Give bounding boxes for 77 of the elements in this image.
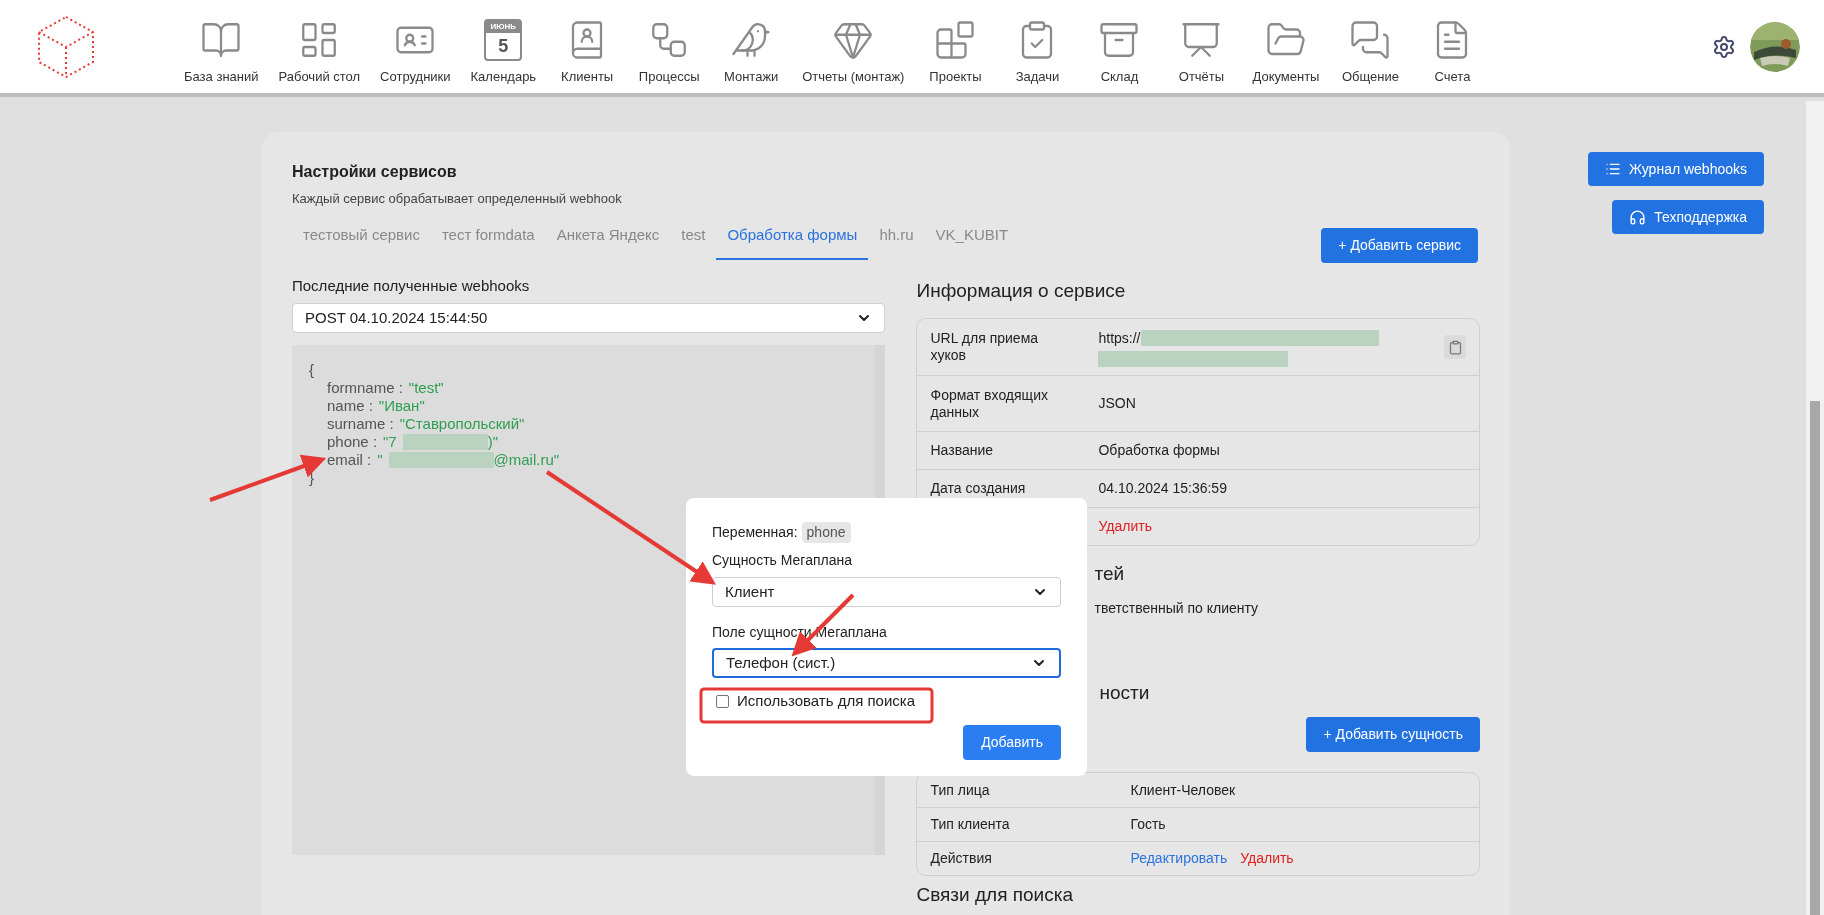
calendar-icon: ИЮНЬ 5 — [484, 19, 523, 61]
row-label: Название — [930, 442, 994, 458]
payload-key: formname : — [327, 379, 403, 397]
payload-key: phone : — [327, 433, 378, 451]
add-button[interactable]: Добавить — [963, 724, 1061, 760]
payload-value: )" — [487, 433, 499, 451]
nav-item[interactable]: Сотрудники — [370, 6, 461, 87]
row-label: Действия — [930, 849, 993, 868]
entity-label: Сущность Мегаплана — [712, 551, 852, 570]
nav-item[interactable]: Отчёты — [1160, 6, 1243, 87]
row-label: Тип лица — [930, 780, 991, 800]
nav-item[interactable]: Общение — [1329, 6, 1412, 87]
row-value: Клиент-Человек — [1130, 780, 1236, 800]
nav-icon — [934, 19, 977, 61]
delete-link[interactable]: Удалить — [1240, 848, 1294, 869]
section-title: тей — [1094, 562, 1125, 586]
delete-link[interactable]: Удалить — [1098, 516, 1152, 537]
nav-item[interactable]: Задачи — [996, 6, 1079, 87]
support-button[interactable]: Техподдержка — [1612, 200, 1764, 234]
field-select[interactable]: Телефон (сист.) — [712, 648, 1061, 678]
page-subtitle: Каждый сервис обрабатывает определенный webhook — [292, 190, 623, 208]
nav-item[interactable]: Отчеты (монтаж) — [792, 6, 915, 87]
variable-tag: phone — [801, 522, 851, 543]
scrollbar-thumb[interactable] — [1810, 401, 1820, 915]
nav-item[interactable]: Склад — [1078, 6, 1161, 87]
settings-icon[interactable] — [1712, 34, 1736, 59]
nav-item[interactable]: Проекты — [914, 6, 997, 87]
payload-value: "test" — [408, 379, 444, 397]
field-mapping-text: тветственный по клиенту — [1094, 598, 1259, 618]
row-value: Гость — [1130, 815, 1166, 834]
checkbox[interactable] — [716, 694, 729, 708]
nav-icon — [1349, 19, 1392, 61]
row-value: JSON — [1098, 394, 1136, 413]
clipboard-icon — [1447, 339, 1463, 355]
edit-link[interactable]: Редактировать — [1130, 848, 1228, 869]
search-checkbox-row[interactable]: Использовать для поиска — [716, 690, 916, 713]
payload-key: surname : — [327, 415, 394, 433]
nav-item[interactable]: Рабочий стол — [268, 6, 371, 87]
section-title: ности — [1099, 680, 1150, 705]
variable-label: Переменная: — [712, 523, 798, 542]
nav-item[interactable]: Процессы — [628, 6, 711, 87]
row-value: Обработка формы — [1098, 441, 1220, 460]
payload-value: " — [377, 451, 383, 469]
webhook-select[interactable]: POST 04.10.2024 15:44:50 — [292, 303, 886, 333]
section-title: Связи для поиска — [916, 883, 1073, 907]
page-title: Настройки сервисов — [292, 162, 458, 182]
webhooks-label: Последние полученные webhooks — [292, 275, 531, 296]
row-value: 04.10.2024 15:36:59 — [1098, 479, 1227, 498]
nav-item[interactable]: База знаний — [174, 6, 269, 87]
entity-select[interactable]: Клиент — [712, 577, 1061, 607]
service-tab[interactable]: Обработка формы — [716, 218, 869, 260]
row-label: Тип клиента — [930, 815, 1011, 834]
list-icon — [1605, 161, 1621, 177]
nav-item[interactable]: Монтажи — [710, 6, 793, 87]
copy-button[interactable] — [1444, 335, 1466, 359]
add-service-button[interactable]: + Добавить сервис — [1321, 227, 1478, 263]
payload-value: @mail.ru" — [493, 451, 560, 469]
nav-item[interactable]: Счета — [1411, 6, 1494, 87]
field-label: Поле сущности Мегаплана — [712, 623, 887, 642]
nav-item[interactable]: Документы — [1242, 6, 1330, 87]
payload-value: "7 — [383, 433, 397, 451]
url-value: https:// — [1098, 328, 1141, 348]
row-label: Дата создания — [930, 480, 1026, 496]
brace-text: { — [309, 361, 314, 379]
payload-key: name : — [327, 397, 373, 415]
payload-key: email : — [327, 451, 372, 469]
section-title: Информация о сервисе — [916, 278, 1127, 303]
row-label: URL для приема хуков — [930, 330, 1039, 363]
payload-value: "Иван" — [378, 397, 425, 415]
payload-value: "Ставропольский" — [399, 415, 525, 433]
headset-icon — [1629, 208, 1647, 226]
row-label: Формат входящих данных — [930, 386, 1048, 420]
cube-logo[interactable] — [36, 13, 96, 80]
nav-item[interactable]: ИЮНЬ 5 Календарь — [460, 6, 547, 87]
nav-item[interactable]: Клиенты — [546, 6, 629, 87]
add-entity-button[interactable]: + Добавить сущность — [1306, 717, 1480, 752]
webhook-log-button[interactable]: Журнал webhooks — [1588, 152, 1764, 186]
